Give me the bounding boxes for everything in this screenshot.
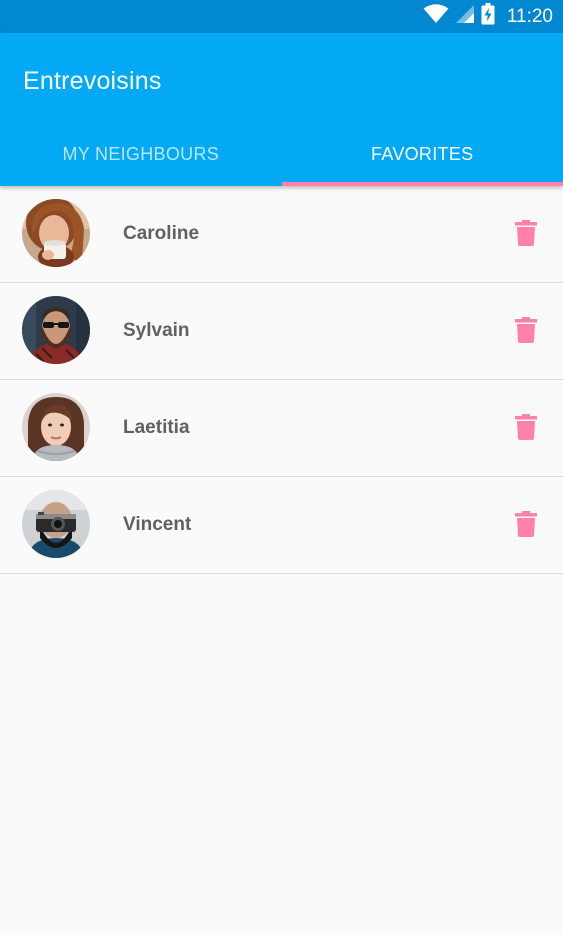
tab-label: FAVORITES: [371, 144, 474, 164]
app-title: Entrevoisins: [23, 67, 162, 95]
neighbour-name: Vincent: [123, 514, 192, 535]
avatar: [22, 393, 90, 461]
avatar: [22, 296, 90, 364]
avatar: [22, 490, 90, 558]
neighbour-name: Laetitia: [123, 417, 190, 438]
status-icons: 11:20: [423, 0, 553, 33]
status-time: 11:20: [506, 5, 553, 27]
list-item[interactable]: Vincent: [0, 477, 563, 574]
list-item[interactable]: Sylvain: [0, 283, 563, 380]
delete-icon: [515, 511, 537, 537]
app-bar: Entrevoisins MY NEIGHBOURS FAVORITES: [0, 33, 563, 186]
delete-icon: [515, 220, 537, 246]
delete-button[interactable]: [515, 511, 537, 537]
delete-icon: [515, 317, 537, 343]
neighbour-name: Sylvain: [123, 320, 190, 341]
list-item[interactable]: Laetitia: [0, 380, 563, 477]
avatar: [22, 199, 90, 267]
delete-icon: [515, 414, 537, 440]
delete-button[interactable]: [515, 317, 537, 343]
battery-charging-icon: [481, 3, 495, 30]
tab-label: MY NEIGHBOURS: [62, 144, 220, 164]
delete-button[interactable]: [515, 414, 537, 440]
favorites-list: Caroline Sylvain Laetitia Vincent: [0, 186, 563, 574]
delete-button[interactable]: [515, 220, 537, 246]
status-bar: 11:20: [0, 0, 563, 33]
tab-my-neighbours[interactable]: MY NEIGHBOURS: [0, 123, 282, 186]
signal-icon: [455, 4, 475, 29]
tab-indicator: [281, 182, 563, 186]
tab-bar: MY NEIGHBOURS FAVORITES: [0, 123, 563, 186]
list-item[interactable]: Caroline: [0, 186, 563, 283]
neighbour-name: Caroline: [123, 223, 200, 244]
wifi-icon: [423, 4, 449, 29]
tab-favorites[interactable]: FAVORITES: [281, 123, 563, 186]
